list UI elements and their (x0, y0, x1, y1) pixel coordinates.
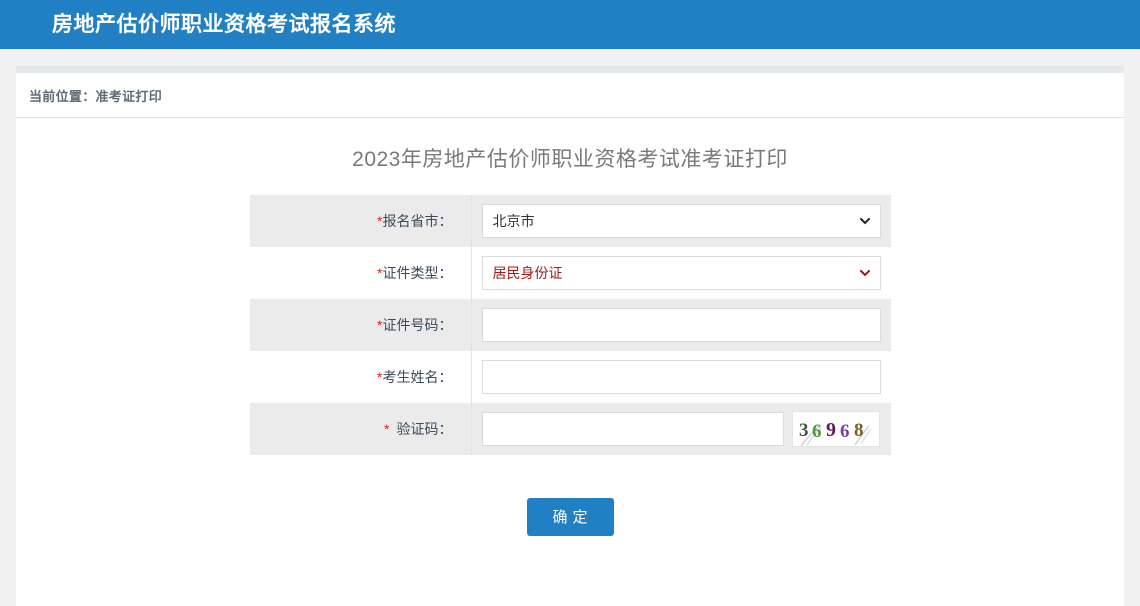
svg-text:9: 9 (826, 419, 836, 441)
svg-text:8: 8 (854, 420, 864, 441)
label-text: 报名省市： (383, 213, 453, 229)
chevron-down-icon (860, 268, 870, 278)
id-number-input[interactable] (482, 308, 881, 342)
content-card: 当前位置：准考证打印 2023年房地产估价师职业资格考试准考证打印 *报名省市：… (16, 66, 1124, 606)
breadcrumb-bar: 当前位置：准考证打印 (16, 73, 1124, 118)
label-text: 考生姓名： (383, 369, 453, 385)
page-body: 当前位置：准考证打印 2023年房地产估价师职业资格考试准考证打印 *报名省市：… (0, 49, 1140, 572)
required-asterisk: * (384, 421, 389, 437)
select-province[interactable]: 北京市 (482, 204, 881, 238)
select-id-type-value: 居民身份证 (493, 266, 563, 280)
captcha-input[interactable] (482, 412, 784, 446)
site-title: 房地产估价师职业资格考试报名系统 (52, 14, 396, 35)
table-row: *证件号码： (250, 299, 891, 351)
label-id-number: *证件号码： (250, 299, 472, 351)
svg-text:6: 6 (812, 421, 822, 442)
label-province: *报名省市： (250, 195, 472, 247)
table-row: *考生姓名： (250, 351, 891, 403)
candidate-name-input[interactable] (482, 360, 881, 394)
label-text: 验证码： (397, 421, 453, 437)
table-row: * 验证码： (250, 403, 891, 455)
label-id-type: *证件类型： (250, 247, 472, 299)
svg-text:6: 6 (840, 421, 850, 442)
breadcrumb: 当前位置：准考证打印 (29, 86, 162, 105)
label-text: 证件类型： (383, 265, 453, 281)
select-id-type[interactable]: 居民身份证 (482, 256, 881, 290)
label-captcha: * 验证码： (250, 403, 472, 455)
table-row: *证件类型： 居民身份证 (250, 247, 891, 299)
label-candidate-name: *考生姓名： (250, 351, 472, 403)
captcha-image[interactable]: 3 6 9 6 8 (792, 411, 880, 447)
page-title: 2023年房地产估价师职业资格考试准考证打印 (16, 143, 1124, 173)
svg-text:3: 3 (799, 420, 809, 441)
registration-form: *报名省市： 北京市 (250, 195, 891, 455)
submit-button[interactable]: 确定 (527, 498, 614, 536)
table-row: *报名省市： 北京市 (250, 195, 891, 247)
chevron-down-icon (860, 216, 870, 226)
submit-row: 确定 (16, 498, 1124, 536)
site-header: 房地产估价师职业资格考试报名系统 (0, 0, 1140, 49)
label-text: 证件号码： (383, 317, 453, 333)
select-province-value: 北京市 (493, 214, 535, 228)
